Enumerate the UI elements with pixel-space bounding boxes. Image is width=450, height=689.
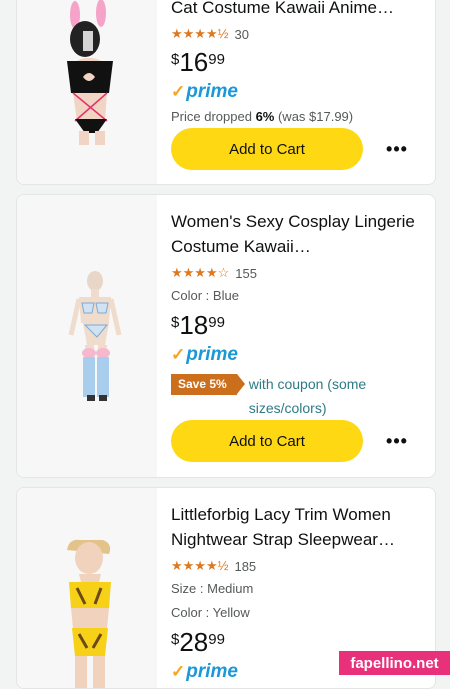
price-drop-note: Price dropped 6% (was $17.99): [171, 109, 425, 124]
product-title[interactable]: Women's Sexy Cosplay Lingerie Costume Ka…: [171, 209, 425, 259]
product-image[interactable]: [17, 0, 157, 184]
price-fraction: 99: [208, 314, 225, 331]
prime-label: prime: [186, 344, 238, 365]
prime-check-icon: ✓: [171, 345, 186, 364]
price-whole: 16: [179, 47, 209, 77]
product-title[interactable]: Littleforbig Lacy Trim Women Nightwear S…: [171, 502, 425, 552]
rating-count: 185: [234, 558, 257, 574]
rating-count: 30: [234, 26, 249, 42]
rating-row[interactable]: ★★★★½ 185: [171, 555, 425, 577]
more-options-icon[interactable]: •••: [385, 431, 409, 451]
product-title[interactable]: Cat Costume Kawaii Anime…: [171, 0, 425, 20]
product-photo-yellow-sleepwear: [67, 539, 111, 688]
color-option: Color : Blue: [171, 288, 239, 303]
add-to-cart-button[interactable]: Add to Cart: [171, 128, 363, 170]
coupon-badge: Save 5%: [171, 374, 245, 395]
price-symbol: $: [171, 314, 180, 331]
size-option: Size : Medium: [171, 581, 254, 596]
prime-badge: ✓ prime: [171, 81, 425, 103]
coupon-text[interactable]: with coupon (some sizes/colors): [249, 372, 425, 420]
coupon-row[interactable]: Save 5% with coupon (some sizes/colors): [171, 372, 425, 420]
prime-check-icon: ✓: [171, 662, 186, 681]
price: $ 18 99: [171, 310, 425, 344]
product-image[interactable]: [17, 195, 157, 477]
rating-count: 155: [235, 265, 257, 281]
product-photo-cosplay-lingerie: [68, 271, 122, 401]
product-card-1[interactable]: Cat Costume Kawaii Anime… ★★★★½ 30 $ 16 …: [16, 0, 436, 185]
price: $ 16 99: [171, 47, 425, 81]
product-photo-bunny-costume: [67, 0, 113, 145]
price-symbol: $: [171, 631, 180, 648]
color-option: Color : Yellow: [171, 605, 250, 620]
star-rating-icon: ★★★★½: [171, 558, 229, 573]
prime-check-icon: ✓: [171, 82, 186, 101]
price-whole: 18: [179, 310, 209, 340]
watermark: fapellino.net: [339, 651, 450, 675]
price-drop-was: (was $17.99): [274, 109, 354, 124]
add-to-cart-button[interactable]: Add to Cart: [171, 420, 363, 462]
rating-row[interactable]: ★★★★½ 30: [171, 23, 425, 45]
price-symbol: $: [171, 51, 180, 68]
prime-badge: ✓ prime: [171, 344, 425, 366]
star-rating-icon: ★★★★½: [171, 26, 229, 41]
rating-row[interactable]: ★★★★☆ 155: [171, 262, 425, 284]
product-card-2[interactable]: Women's Sexy Cosplay Lingerie Costume Ka…: [16, 194, 436, 478]
star-rating-icon: ★★★★☆: [171, 265, 230, 280]
more-options-icon[interactable]: •••: [385, 139, 409, 159]
price-drop-prefix: Price dropped: [171, 109, 256, 124]
prime-label: prime: [186, 661, 238, 682]
prime-label: prime: [186, 81, 238, 102]
price-whole: 28: [179, 627, 209, 657]
price-fraction: 99: [208, 631, 225, 648]
price-fraction: 99: [208, 51, 225, 68]
price-drop-percent: 6%: [255, 109, 275, 124]
product-image[interactable]: [17, 488, 157, 688]
